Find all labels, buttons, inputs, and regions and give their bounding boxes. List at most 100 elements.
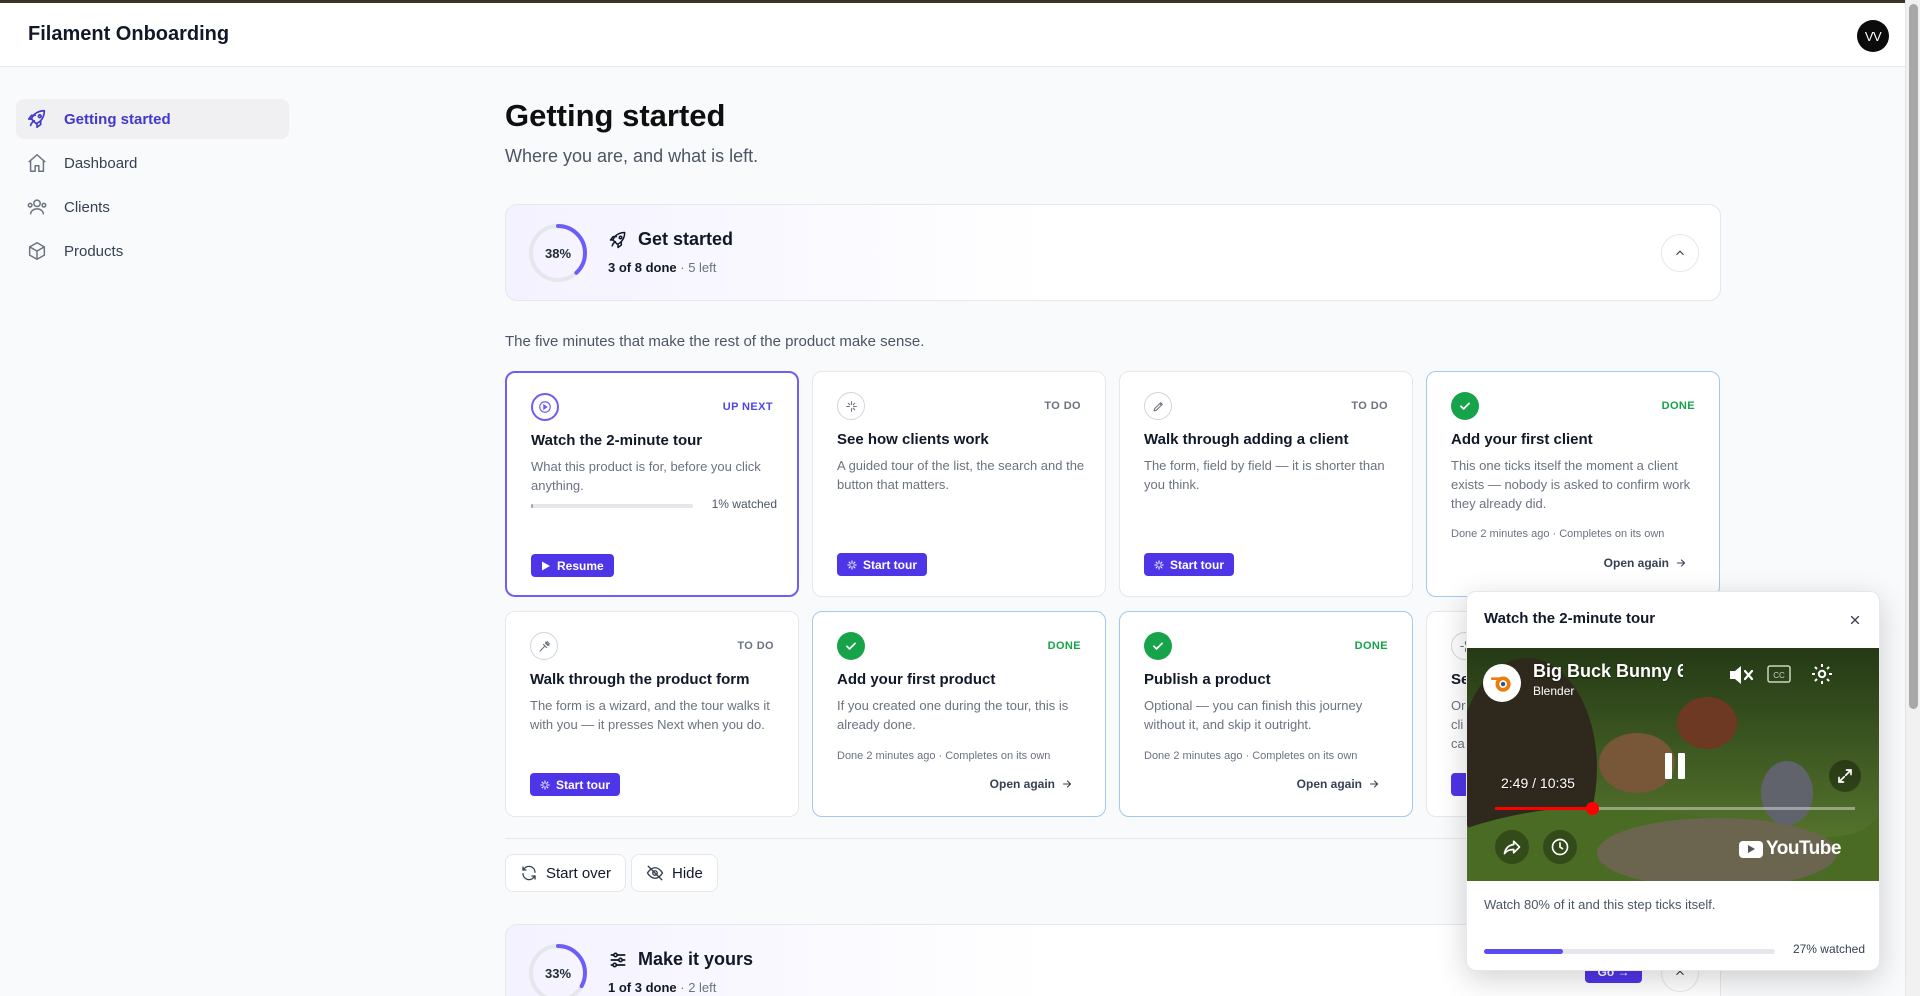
progress-track <box>531 504 693 508</box>
card-walk-product-form[interactable]: TO DO Walk through the product form The … <box>505 611 799 817</box>
card-watch-tour[interactable]: UP NEXT Watch the 2-minute tour What thi… <box>505 371 799 597</box>
gear-icon <box>1812 664 1832 684</box>
sidebar-item-getting-started[interactable]: Getting started <box>16 99 289 139</box>
play-icon <box>542 561 550 570</box>
link-label: Open again <box>989 777 1055 791</box>
watch-later-button[interactable] <box>1543 830 1577 864</box>
card-see-clients[interactable]: TO DO See how clients work A guided tour… <box>812 371 1106 597</box>
status-badge: TO DO <box>1044 400 1081 412</box>
card-title: Publish a product <box>1144 671 1271 688</box>
popup-progress-fill <box>1484 949 1563 954</box>
blender-logo-icon <box>1490 676 1511 692</box>
card-description: A guided tour of the list, the search an… <box>837 458 1085 492</box>
left-count: 2 left <box>688 980 717 995</box>
done-count: 1 of 3 done <box>608 980 677 995</box>
progress-fill <box>531 504 533 508</box>
hide-button[interactable]: Hide <box>631 854 718 892</box>
card-description: The form, field by field — it is shorter… <box>1144 458 1385 492</box>
tools-icon <box>530 632 558 660</box>
app-title: Filament Onboarding <box>28 23 230 45</box>
card-title: Walk through the product form <box>530 671 750 688</box>
mute-button[interactable] <box>1725 660 1757 690</box>
sidebar-item-dashboard[interactable]: Dashboard <box>16 143 289 183</box>
sparkle-icon <box>1154 559 1164 570</box>
card-footnote: Done 2 minutes ago · Completes on its ow… <box>837 750 1051 762</box>
start-over-button[interactable]: Start over <box>505 854 627 892</box>
open-again-link[interactable]: Open again <box>990 777 1073 791</box>
card-add-first-client[interactable]: DONE Add your first client This one tick… <box>1426 371 1720 597</box>
seek-bar[interactable] <box>1495 802 1855 815</box>
section-intro: The five minutes that make the rest of t… <box>505 333 925 350</box>
status-badge: DONE <box>1047 640 1081 652</box>
collapse-button[interactable] <box>1661 234 1699 272</box>
card-description: If you created one during the tour, this… <box>837 698 1069 732</box>
video-player[interactable]: Big Buck Bunny 60 Blender CC 2:49 / 10:3… <box>1467 648 1879 881</box>
fullscreen-button[interactable] <box>1829 760 1861 792</box>
seek-fill <box>1495 807 1593 810</box>
button-label: Start tour <box>863 557 917 572</box>
card-walk-adding-client[interactable]: TO DO Walk through adding a client The f… <box>1119 371 1413 597</box>
popup-hint: Watch 80% of it and this step ticks itse… <box>1484 897 1716 912</box>
video-time: 2:49 / 10:35 <box>1501 775 1575 791</box>
sidebar-item-label: Products <box>64 242 124 260</box>
popup-progress-label: 27% watched <box>1792 942 1865 956</box>
scrollbar-thumb[interactable] <box>1909 4 1918 709</box>
status-badge: TO DO <box>737 640 774 652</box>
button-label: Start over <box>546 864 612 882</box>
sidebar-item-products[interactable]: Products <box>16 231 289 271</box>
check-icon <box>1144 632 1172 660</box>
rocket-icon <box>27 109 46 129</box>
button-label: Hide <box>672 864 703 882</box>
card-footnote: Done 2 minutes ago · Completes on its ow… <box>1451 528 1665 540</box>
sliders-icon <box>610 952 626 967</box>
status-badge: DONE <box>1661 400 1695 412</box>
check-icon <box>837 632 865 660</box>
rocket-icon <box>609 231 626 248</box>
arrow-right-icon <box>1369 780 1379 788</box>
start-tour-button[interactable]: Start tour <box>837 553 927 576</box>
share-button[interactable] <box>1495 830 1529 864</box>
card-add-first-product[interactable]: DONE Add your first product If you creat… <box>812 611 1106 817</box>
pause-button[interactable] <box>1657 748 1693 784</box>
sparkle-icon <box>837 392 865 420</box>
captions-button[interactable]: CC <box>1765 662 1793 686</box>
button-label: Start tour <box>1170 557 1224 572</box>
top-bar: Filament Onboarding VV <box>0 3 1905 67</box>
settings-button[interactable] <box>1807 659 1837 689</box>
start-tour-button[interactable]: Start tour <box>530 773 620 796</box>
open-again-link[interactable]: Open again <box>1297 777 1380 791</box>
page-title: Getting started <box>505 98 726 133</box>
watch-progress: 1% watched <box>531 497 777 513</box>
avatar[interactable]: VV <box>1857 20 1889 52</box>
eye-off-icon <box>646 865 664 881</box>
card-description: The form is a wizard, and the tour walks… <box>530 698 770 732</box>
card-title: Add your first product <box>837 671 996 688</box>
youtube-label: YouTube <box>1766 838 1841 859</box>
card-title: Walk through adding a client <box>1144 431 1349 448</box>
play-circle-icon <box>531 393 559 421</box>
resume-button[interactable]: Resume <box>531 554 614 577</box>
card-publish-product[interactable]: DONE Publish a product Optional — you ca… <box>1119 611 1413 817</box>
video-title[interactable]: Big Buck Bunny 60 <box>1533 661 1683 682</box>
card-description: Optional — you can finish this journey w… <box>1144 698 1363 732</box>
channel-logo[interactable] <box>1483 664 1521 702</box>
close-icon <box>1850 615 1860 625</box>
clock-icon <box>1551 838 1569 856</box>
link-label: Open again <box>1296 777 1362 791</box>
video-popup: Watch the 2-minute tour Big Buck Bunny 6… <box>1466 591 1880 971</box>
youtube-logo[interactable]: YouTube <box>1739 838 1841 860</box>
cube-icon <box>28 242 46 260</box>
card-description: What this product is for, before you cli… <box>531 459 761 493</box>
page-scrollbar[interactable] <box>1905 0 1920 996</box>
sparkle-icon <box>847 559 857 570</box>
open-again-link[interactable]: Open again <box>1604 556 1687 570</box>
sidebar: Getting started Dashboard Clients Produc… <box>16 99 289 275</box>
close-button[interactable] <box>1845 610 1865 630</box>
start-tour-button[interactable]: Start tour <box>1144 553 1234 576</box>
section-title: Get started <box>608 229 733 250</box>
popup-title: Watch the 2-minute tour <box>1484 610 1656 627</box>
progress-ring-label: 38% <box>544 245 572 261</box>
button-label: Resume <box>557 558 604 573</box>
sidebar-item-clients[interactable]: Clients <box>16 187 289 227</box>
youtube-play-icon <box>1739 840 1763 858</box>
